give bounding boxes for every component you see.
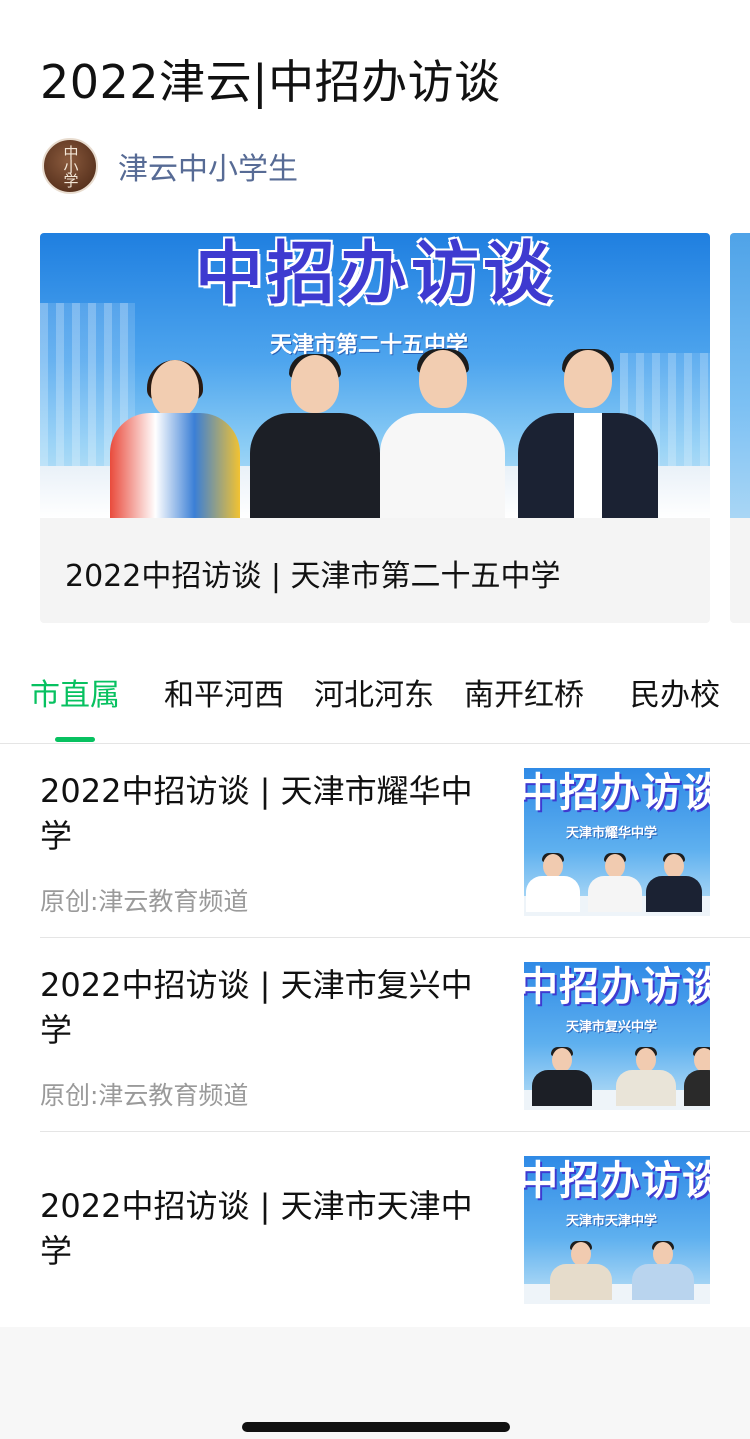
thumbnail-person xyxy=(684,1042,710,1106)
thumbnail-person xyxy=(632,1236,694,1300)
category-tabs: 市直属 和平河西 河北河东 南开红桥 民办校 xyxy=(0,660,750,744)
account-row[interactable]: 中小学 津云中小学生 xyxy=(42,138,298,194)
tab-hebei-hedong[interactable]: 河北河东 xyxy=(314,670,434,714)
thumbnail-banner-text: 中招办访谈 xyxy=(524,964,710,1010)
person-figure xyxy=(250,348,380,518)
featured-carousel[interactable]: 中招办访谈 天津市第二十五中学 2022中招访谈 | 天津市第二十五中学 xyxy=(40,233,750,623)
account-avatar[interactable]: 中小学 xyxy=(42,138,98,194)
article-thumbnail[interactable]: 中招办访谈 天津市耀华中学 xyxy=(524,768,710,916)
thumbnail-school-text: 天津市天津中学 xyxy=(566,1214,658,1229)
tab-heping-hexi[interactable]: 和平河西 xyxy=(164,670,284,714)
active-tab-indicator xyxy=(55,737,95,742)
thumbnail-person xyxy=(550,1236,612,1300)
article-title[interactable]: 2022中招访谈 | 天津市复兴中学 xyxy=(40,963,495,1053)
featured-banner-text: 中招办访谈 xyxy=(194,235,555,314)
home-indicator[interactable] xyxy=(242,1422,510,1432)
article-item[interactable]: 2022中招访谈 | 天津市耀华中学 原创:津云教育频道 中招办访谈 天津市耀华… xyxy=(40,744,750,938)
tab-nankai-hongqiao[interactable]: 南开红桥 xyxy=(464,670,584,714)
person-figure xyxy=(518,343,658,518)
article-thumbnail[interactable]: 中招办访谈 天津市复兴中学 xyxy=(524,962,710,1110)
article-item[interactable]: 2022中招访谈 | 天津市复兴中学 原创:津云教育频道 中招办访谈 天津市复兴… xyxy=(40,938,750,1132)
article-title[interactable]: 2022中招访谈 | 天津市耀华中学 xyxy=(40,769,495,859)
thumbnail-person xyxy=(532,1042,592,1106)
thumbnail-person xyxy=(526,848,580,912)
article-item[interactable]: 2022中招访谈 | 天津市天津中学 中招办访谈 天津市天津中学 xyxy=(40,1132,750,1326)
thumbnail-person xyxy=(588,848,642,912)
thumbnail-person xyxy=(646,848,702,912)
page-title: 2022津云|中招办访谈 xyxy=(40,55,501,109)
account-name[interactable]: 津云中小学生 xyxy=(118,144,298,188)
featured-card[interactable]: 中招办访谈 天津市第二十五中学 2022中招访谈 | 天津市第二十五中学 xyxy=(40,233,710,623)
next-card-image xyxy=(730,233,750,518)
tab-minban[interactable]: 民办校 xyxy=(630,670,720,714)
article-thumbnail[interactable]: 中招办访谈 天津市天津中学 xyxy=(524,1156,710,1304)
thumbnail-person xyxy=(616,1042,676,1106)
featured-image: 中招办访谈 天津市第二十五中学 xyxy=(40,233,710,518)
featured-caption[interactable]: 2022中招访谈 | 天津市第二十五中学 xyxy=(65,551,561,595)
article-source: 原创:津云教育频道 xyxy=(40,887,249,916)
tab-shizhishu[interactable]: 市直属 xyxy=(30,670,120,714)
thumbnail-school-text: 天津市耀华中学 xyxy=(566,826,658,841)
person-figure xyxy=(380,343,505,518)
article-source: 原创:津云教育频道 xyxy=(40,1081,249,1110)
thumbnail-school-text: 天津市复兴中学 xyxy=(566,1020,658,1035)
person-figure xyxy=(110,358,240,518)
thumbnail-banner-text: 中招办访谈 xyxy=(524,770,710,816)
next-card-peek[interactable] xyxy=(730,233,750,623)
thumbnail-banner-text: 中招办访谈 xyxy=(524,1158,710,1204)
article-title[interactable]: 2022中招访谈 | 天津市天津中学 xyxy=(40,1184,495,1274)
